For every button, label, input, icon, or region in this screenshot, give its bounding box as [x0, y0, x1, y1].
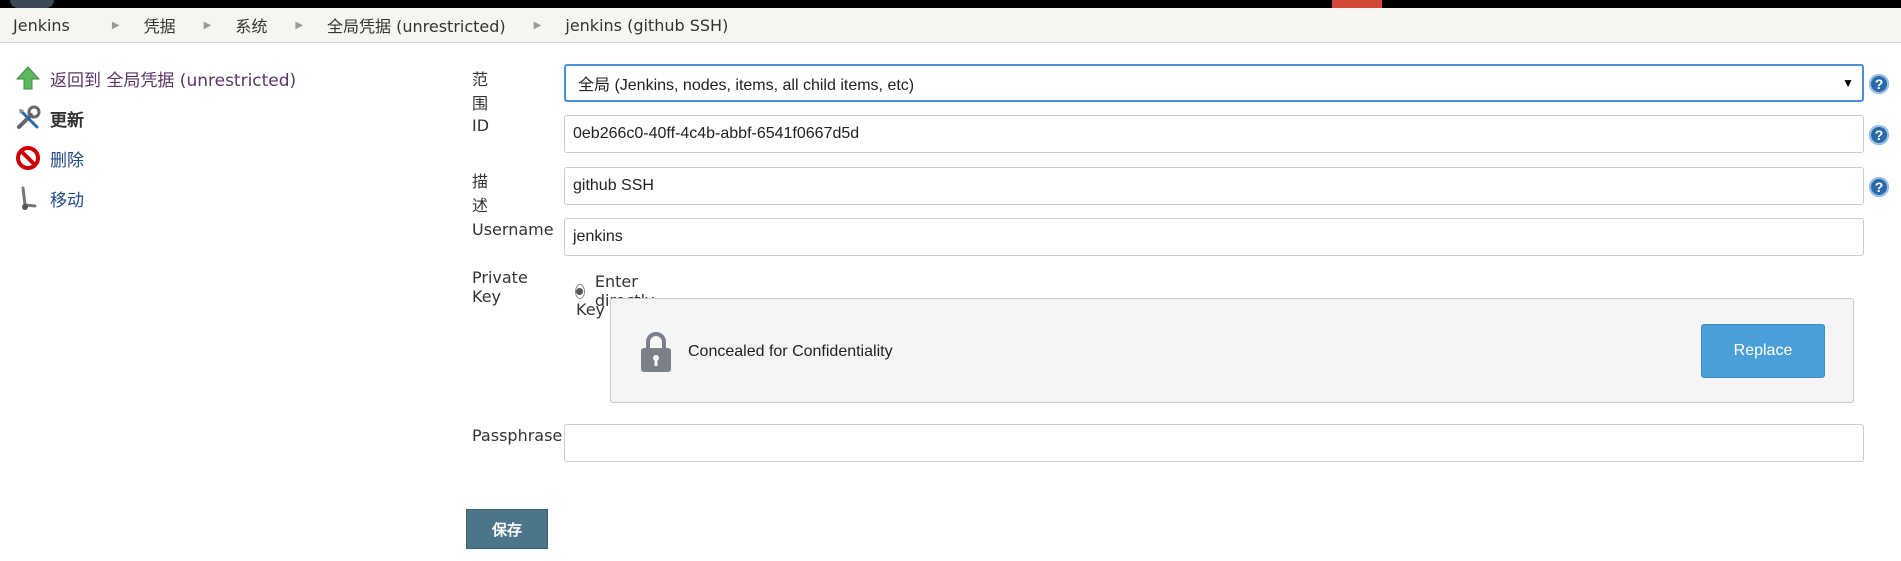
wrench-screwdriver-icon	[14, 104, 42, 132]
enter-directly-radio[interactable]	[575, 283, 585, 299]
breadcrumb-system[interactable]: 系统	[235, 13, 267, 37]
private-key-label: Private Key	[472, 268, 528, 306]
sidebar-item-delete-label[interactable]: 删除	[50, 146, 84, 171]
scope-help-icon[interactable]: ?	[1869, 74, 1889, 94]
breadcrumb-credentials[interactable]: 凭据	[144, 13, 176, 37]
breadcrumb-separator-icon[interactable]: ▶	[267, 20, 327, 31]
breadcrumb-separator-icon[interactable]: ▶	[84, 20, 144, 31]
id-label: ID	[472, 116, 490, 135]
description-field-value: github SSH	[573, 177, 654, 194]
sidebar-item-move[interactable]: 移动	[0, 178, 400, 218]
move-handcart-icon	[14, 184, 42, 212]
jenkins-logo[interactable]	[10, 0, 54, 8]
id-field[interactable]: 0eb266c0-40ff-4c4b-abbf-6541f0667d5d	[564, 115, 1864, 153]
breadcrumb-current-credential[interactable]: jenkins (github SSH)	[565, 16, 728, 35]
header-alert-indicator	[1332, 0, 1382, 8]
sidebar-item-back-label[interactable]: 返回到 全局凭据 (unrestricted)	[50, 66, 296, 91]
breadcrumb-separator-icon[interactable]: ▶	[506, 20, 566, 31]
lock-icon	[639, 331, 673, 377]
chevron-down-icon: ▼	[1842, 76, 1854, 90]
sidebar-item-delete[interactable]: 删除	[0, 138, 400, 178]
concealed-text: Concealed for Confidentiality	[688, 343, 893, 360]
scope-selected-value: 全局 (Jenkins, nodes, items, all child ite…	[578, 77, 915, 94]
breadcrumb: Jenkins ▶ 凭据 ▶ 系统 ▶ 全局凭据 (unrestricted) …	[0, 8, 1901, 43]
breadcrumb-global-credentials[interactable]: 全局凭据 (unrestricted)	[327, 13, 506, 37]
username-field[interactable]: jenkins	[564, 218, 1864, 256]
sidebar-item-back[interactable]: 返回到 全局凭据 (unrestricted)	[0, 58, 400, 98]
key-concealed-box: Concealed for Confidentiality Replace	[610, 298, 1854, 403]
sidebar-item-update[interactable]: 更新	[0, 98, 400, 138]
id-field-value: 0eb266c0-40ff-4c4b-abbf-6541f0667d5d	[573, 125, 860, 142]
key-label: Key	[576, 300, 606, 319]
passphrase-label: Passphrase	[472, 426, 563, 445]
save-button[interactable]: 保存	[466, 509, 548, 549]
description-help-icon[interactable]: ?	[1869, 177, 1889, 197]
up-arrow-icon	[14, 64, 42, 92]
scope-label: 范围	[472, 70, 489, 113]
breadcrumb-separator-icon[interactable]: ▶	[176, 20, 236, 31]
description-field[interactable]: github SSH	[564, 167, 1864, 205]
sidebar-item-move-label[interactable]: 移动	[50, 186, 84, 211]
passphrase-field[interactable]	[564, 424, 1864, 462]
id-help-icon[interactable]: ?	[1869, 125, 1889, 145]
username-field-value: jenkins	[573, 228, 623, 245]
scope-select[interactable]: 全局 (Jenkins, nodes, items, all child ite…	[564, 64, 1864, 102]
breadcrumb-jenkins[interactable]: Jenkins	[0, 16, 84, 35]
sidebar-item-update-label[interactable]: 更新	[50, 106, 84, 131]
replace-button[interactable]: Replace	[1701, 324, 1825, 378]
top-header-bar	[0, 0, 1901, 8]
no-entry-icon	[14, 144, 42, 172]
sidebar-tasks: 返回到 全局凭据 (unrestricted) 更新 删除 移动	[0, 58, 400, 218]
description-label: 描述	[472, 172, 489, 215]
username-label: Username	[472, 220, 554, 239]
